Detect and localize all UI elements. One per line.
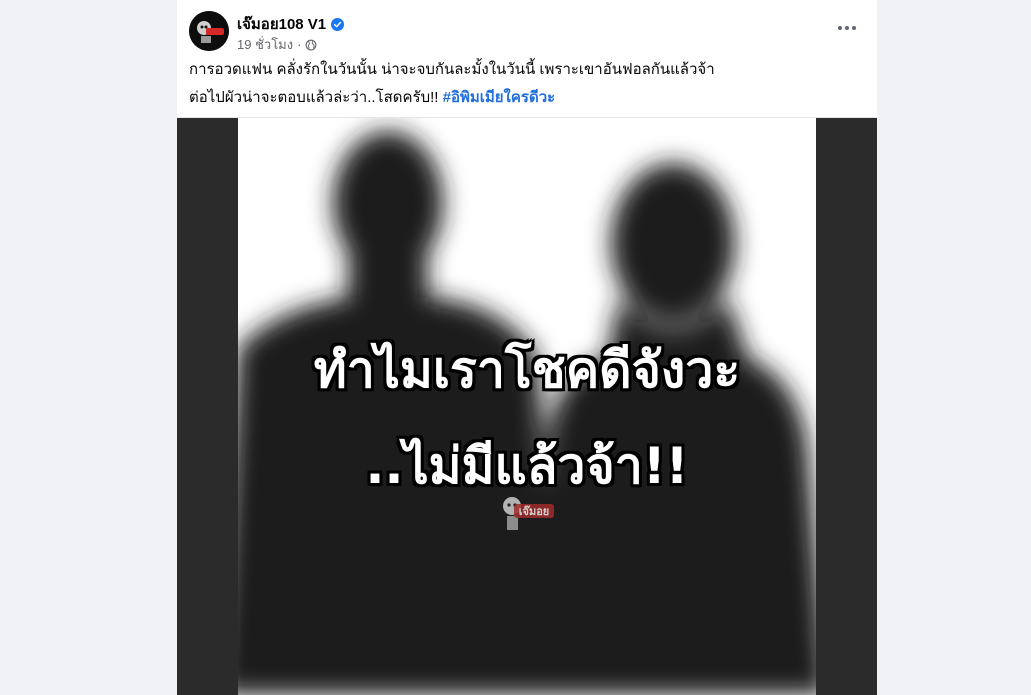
post-media[interactable]: ทำไมเราโชคดีจังวะ ..ไม่มีแล้วจ้า!! เจ๊มอ… <box>177 118 877 695</box>
silhouette-image <box>238 131 816 695</box>
author-avatar[interactable] <box>189 11 229 51</box>
verified-badge-icon <box>331 17 345 31</box>
watermark-logo: เจ๊มอย <box>500 490 560 540</box>
globe-icon[interactable] <box>305 39 317 51</box>
overlay-text-line1: ทำไมเราโชคดีจังวะ <box>313 341 741 399</box>
post-card: เจ๊มอย108 V1 19 ชั่วโมง · การอวดแฟน คลั่… <box>177 0 877 695</box>
overlay-text-line2: ..ไม่มีแล้วจ้า!! <box>365 437 689 495</box>
post-photo[interactable]: ทำไมเราโชคดีจังวะ ..ไม่มีแล้วจ้า!! เจ๊มอ… <box>238 118 816 695</box>
post-text-line2: ต่อไปผัวน่าจะตอบแล้วล่ะว่า..โสดครับ!! #อ… <box>189 88 555 108</box>
post-meta: 19 ชั่วโมง · <box>237 34 317 55</box>
post-header: เจ๊มอย108 V1 19 ชั่วโมง · <box>177 0 877 60</box>
post-timestamp[interactable]: 19 ชั่วโมง <box>237 34 293 55</box>
author-name[interactable]: เจ๊มอย108 V1 <box>237 12 326 36</box>
post-text-line2-body: ต่อไปผัวน่าจะตอบแล้วล่ะว่า..โสดครับ!! <box>189 89 443 106</box>
hashtag-link[interactable]: #อิพิมเมียใครดีวะ <box>443 89 556 106</box>
more-options-icon[interactable] <box>835 18 859 38</box>
author-name-row: เจ๊มอย108 V1 <box>237 12 345 36</box>
watermark-text: เจ๊มอย <box>519 505 550 518</box>
post-text-line1: การอวดแฟน คลั่งรักในวันนั้น น่าจะจบกันละ… <box>189 61 715 78</box>
meta-separator: · <box>297 37 302 52</box>
